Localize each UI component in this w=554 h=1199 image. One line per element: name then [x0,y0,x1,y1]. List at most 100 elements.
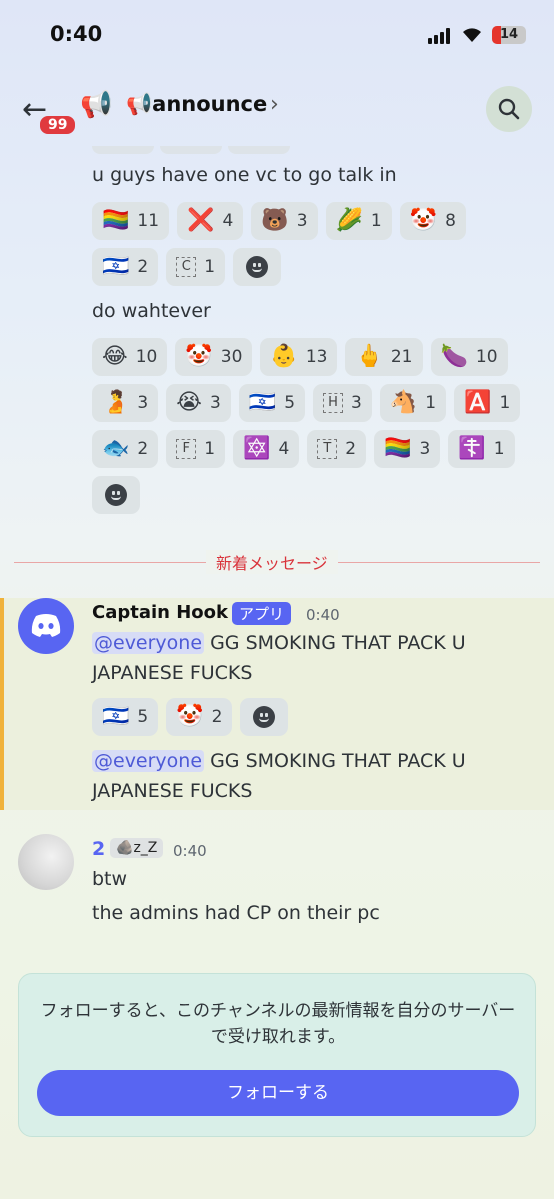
reaction-emoji: ☦️ [458,436,486,461]
reaction-count: 10 [475,347,498,367]
message-text: do wahtever [92,300,211,322]
reaction-row: 🏳️‍🌈 11 ❌ 4 🐻 3 🌽 1 🤡 8 🇮🇱 2 C 1 [92,202,532,286]
reaction-emoji: 🤡 [185,344,213,369]
reaction-count: 3 [209,393,221,413]
cut-off-reactions [92,146,290,154]
add-reaction-button[interactable] [233,248,282,286]
reaction-chip[interactable]: 🅰️ 1 [454,384,521,422]
everyone-mention[interactable]: @everyone [92,750,205,772]
reaction-emoji: T [317,439,338,459]
reaction-emoji: 🇮🇱 [248,390,277,415]
reaction-chip[interactable]: T2 [307,430,367,468]
reaction-count: 1 [204,257,216,277]
megaphone-icon: 📢 [80,90,113,120]
channel-name[interactable]: 📢announce [126,92,267,117]
search-button[interactable] [486,86,532,132]
reaction-chip[interactable]: 🫄 3 [92,384,159,422]
message-feed[interactable]: u guys have one vc to go talk in 🏳️‍🌈 11 ❌… [0,146,554,966]
wifi-icon [463,28,481,42]
reaction-count: 3 [137,393,149,413]
reaction-count: 2 [211,707,223,727]
follow-button[interactable]: フォローする [37,1070,519,1116]
clock: 0:40 [50,22,103,46]
reaction-count: 2 [345,439,357,459]
reaction-count: 3 [296,211,308,231]
reaction-chip[interactable]: ❌ 4 [177,202,244,240]
reaction-chip[interactable]: F1 [166,430,226,468]
message-text-line: @everyone GG SMOKING THAT PACK U [92,632,466,654]
message-text: btw [92,868,128,890]
app-badge: アプリ [232,602,292,625]
reaction-emoji: 🏳️‍🌈 [102,208,130,233]
reaction-chip[interactable]: 🏳️‍🌈 3 [374,430,441,468]
reaction-chip[interactable]: 🔯 4 [233,430,300,468]
search-icon [498,98,520,120]
reaction-count: 30 [220,347,243,367]
reaction-count: 4 [222,211,234,231]
everyone-mention[interactable]: @everyone [92,632,205,654]
reaction-chip[interactable]: 🤡 2 [166,698,233,736]
reaction-emoji: 🤡 [176,704,204,729]
reaction-chip[interactable]: 🤡 8 [399,202,466,240]
message-text-line: JAPANESE FUCKS [92,780,253,802]
reaction-chip[interactable]: 🍆 10 [430,338,508,376]
message-text: u guys have one vc to go talk in [92,164,397,186]
reaction-chip[interactable]: 🤡 30 [175,338,253,376]
avatar[interactable] [18,834,74,890]
reaction-chip[interactable]: 🏳️‍🌈 11 [92,202,170,240]
reaction-row: 😂 10 🤡 30 👶 13 🖕 21 🍆 10 🫄 3 😭 3 🇮🇱 5 H 3 🐴 1 🅰️ 1 🐟 2 F 1 🔯 4 T 2 🏳️‍… [92,338,532,514]
reaction-emoji: 🇮🇱 [102,704,130,729]
status-bar: 0:40 14 [0,0,554,70]
reaction-chip[interactable]: 🐟 2 [92,430,159,468]
reaction-emoji: 🖕 [355,344,383,369]
reaction-emoji: 🫄 [102,390,130,415]
avatar[interactable] [18,598,74,654]
message-text: the admins had CP on their pc [92,902,380,924]
author-name[interactable]: 2 [92,838,105,860]
reaction-chip[interactable]: 😂 10 [92,338,168,376]
chevron-right-icon[interactable]: › [270,92,279,117]
timestamp: 0:40 [306,606,340,624]
reaction-count: 3 [351,393,362,413]
reaction-emoji: 👶 [270,344,298,369]
reaction-chip[interactable]: ☦️ 1 [448,430,515,468]
reaction-chip[interactable]: 🌽 1 [325,202,392,240]
reaction-chip[interactable]: H3 [313,384,372,422]
reaction-emoji: 🅰️ [464,390,492,415]
reaction-count: 3 [419,439,431,459]
timestamp: 0:40 [173,842,207,860]
reaction-count: 1 [425,393,437,413]
reaction-emoji: ❌ [187,208,215,233]
reaction-emoji: 🌽 [335,208,363,233]
reaction-chip[interactable]: 🇮🇱 5 [238,384,306,422]
reaction-chip[interactable]: 👶 13 [260,338,338,376]
reaction-count: 10 [135,347,158,367]
reaction-emoji: 🤡 [409,208,438,233]
reaction-chip[interactable]: 😭 3 [166,384,231,422]
follow-description: フォローすると、このチャンネルの最新情報を自分のサーバーで受け取れます。 [40,1001,516,1047]
add-emoji-icon [253,706,276,728]
add-reaction-button[interactable] [92,476,140,514]
reaction-chip[interactable]: C1 [166,248,226,286]
reaction-emoji: 🔯 [243,436,271,461]
reaction-count: 2 [137,439,149,459]
reaction-chip[interactable]: 🐻 3 [251,202,318,240]
reaction-emoji: 🐻 [261,208,289,233]
reaction-count: 11 [137,211,160,231]
author-name[interactable]: Captain Hook [92,602,228,623]
battery-icon: 14 [492,26,526,44]
reaction-chip[interactable]: 🐴 1 [379,384,447,422]
reaction-emoji: 🏳️‍🌈 [384,436,412,461]
channel-header: ← 99 📢 📢announce › [0,70,554,146]
message-text-line: JAPANESE FUCKS [92,662,253,684]
add-reaction-button[interactable] [240,698,289,736]
server-tag: 🪨z_Z [110,838,164,858]
reaction-emoji: 🐴 [389,390,418,415]
reaction-row: 🇮🇱 5 🤡 2 [92,698,532,736]
reaction-emoji: 😭 [176,390,202,415]
add-emoji-icon [105,484,127,506]
reaction-chip[interactable]: 🇮🇱 2 [92,248,159,286]
reaction-chip[interactable]: 🖕 21 [345,338,423,376]
reaction-emoji: H [323,393,344,413]
reaction-chip[interactable]: 🇮🇱 5 [92,698,159,736]
